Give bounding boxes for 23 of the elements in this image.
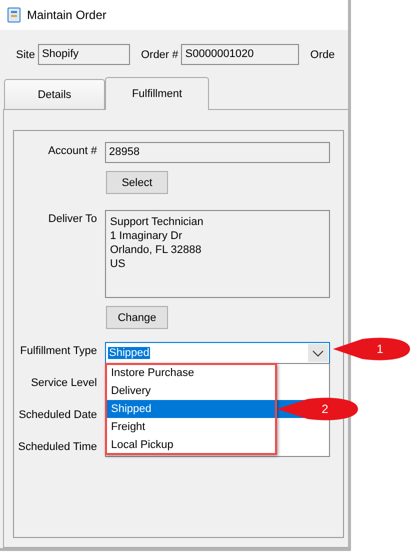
field-label: Account # (47, 144, 97, 157)
app-icon (7, 7, 21, 23)
text-field[interactable]: Shopify (38, 44, 130, 65)
field-label: Fulfillment Type (19, 344, 97, 357)
field-label: Scheduled Date (18, 408, 97, 421)
field-label: Order # (140, 48, 178, 60)
address-field[interactable]: Support Technician 1 Imaginary Dr Orlando, FL 32888 US (105, 210, 330, 298)
field-label: Site (16, 48, 35, 60)
callout-tooltip: 2 (277, 397, 359, 421)
field-label: Deliver To (47, 212, 97, 225)
callout-tooltip: 1 (333, 337, 411, 361)
tab[interactable]: Fulfillment (105, 77, 209, 110)
field-label: Orde (310, 48, 335, 60)
chevron-down-icon[interactable] (308, 344, 328, 362)
window-title: Maintain Order (27, 8, 106, 22)
dropdown-field[interactable]: Shipped (105, 342, 330, 364)
change-button[interactable]: Change (106, 306, 168, 329)
field-label: Scheduled Time (17, 440, 97, 453)
select-button[interactable]: Select (106, 171, 168, 194)
text-field[interactable]: S0000001020 (181, 44, 300, 65)
text-field[interactable]: 28958 (105, 142, 330, 163)
tab[interactable]: Details (4, 79, 105, 109)
field-label: Service Level (30, 376, 97, 389)
